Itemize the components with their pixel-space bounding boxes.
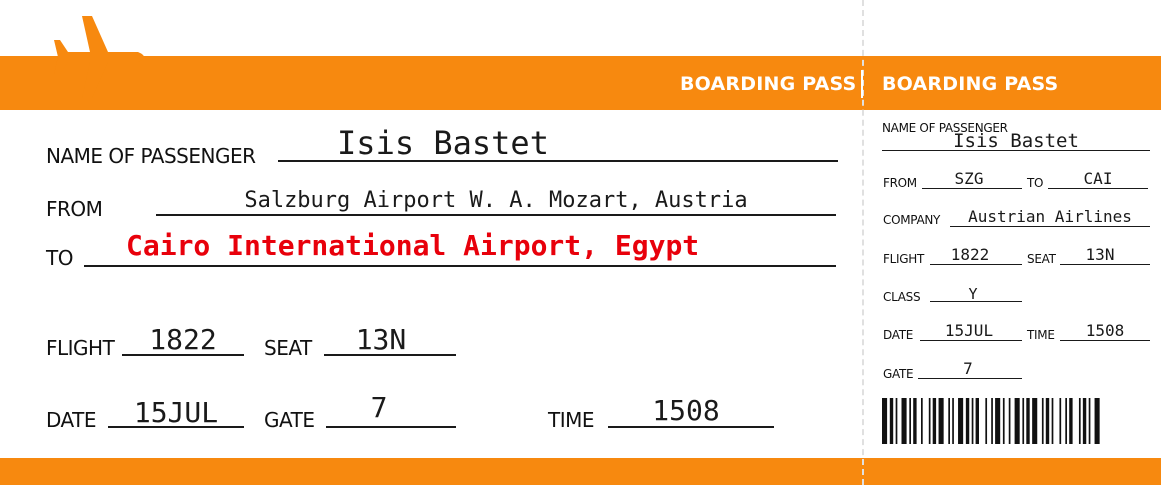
stub-to-line [1048, 188, 1148, 189]
stub-from-line [922, 188, 1022, 189]
from-line [156, 214, 836, 216]
flight-value: 1822 [149, 323, 217, 356]
passenger-label: NAME OF PASSENGER [46, 144, 256, 168]
from-label: FROM [46, 197, 103, 221]
gate-line [326, 426, 456, 428]
seat-label: SEAT [264, 336, 312, 360]
stub-gate-label: GATE [883, 367, 914, 381]
tear-line-band-gap [861, 70, 863, 98]
stub-passenger-value: Isis Bastet [953, 130, 1079, 152]
stub-gate-value: 7 [963, 359, 973, 378]
stub-date-line [920, 340, 1022, 341]
gate-label: GATE [264, 408, 315, 432]
stub-class-value: Y [968, 285, 978, 303]
stub-time-line [1060, 340, 1150, 341]
stub-title: BOARDING PASS [882, 73, 1059, 95]
stub-to-value: CAI [1083, 169, 1113, 188]
to-value: Cairo International Airport, Egypt [126, 229, 700, 262]
passenger-value: Isis Bastet [337, 124, 549, 162]
footer-band [0, 458, 1161, 485]
stub-seat-value: 13N [1085, 245, 1115, 264]
stub-date-value: 15JUL [944, 321, 994, 340]
stub-to-label: TO [1027, 176, 1044, 190]
time-value: 1508 [652, 394, 720, 427]
stub-company-label: COMPANY [883, 213, 941, 227]
stub-company-line [950, 226, 1150, 227]
to-label: TO [46, 246, 73, 270]
date-value: 15JUL [133, 396, 219, 429]
barcode-icon [882, 398, 1100, 444]
date-label: DATE [46, 408, 97, 432]
stub-time-value: 1508 [1085, 321, 1125, 340]
time-label: TIME [548, 408, 595, 432]
stub-from-label: FROM [883, 176, 917, 190]
main-title: BOARDING PASS [680, 73, 857, 95]
seat-value: 13N [355, 323, 407, 356]
stub-seat-label: SEAT [1027, 252, 1056, 266]
gate-value: 7 [370, 391, 388, 424]
stub-time-label: TIME [1027, 328, 1055, 342]
stub-from-value: SZG [954, 169, 984, 188]
stub-flight-label: FLIGHT [883, 252, 924, 266]
stub-date-label: DATE [883, 328, 914, 342]
stub-gate-line [918, 378, 1022, 379]
stub-company-value: Austrian Airlines [968, 207, 1132, 226]
stub-flight-value: 1822 [950, 245, 990, 264]
stub-seat-line [1060, 264, 1150, 265]
to-line [84, 265, 836, 267]
flight-label: FLIGHT [46, 336, 115, 360]
airplane-icon [54, 16, 144, 98]
stub-flight-line [930, 264, 1022, 265]
stub-class-label: CLASS [883, 290, 921, 304]
from-value: Salzburg Airport W. A. Mozart, Austria [244, 188, 748, 213]
